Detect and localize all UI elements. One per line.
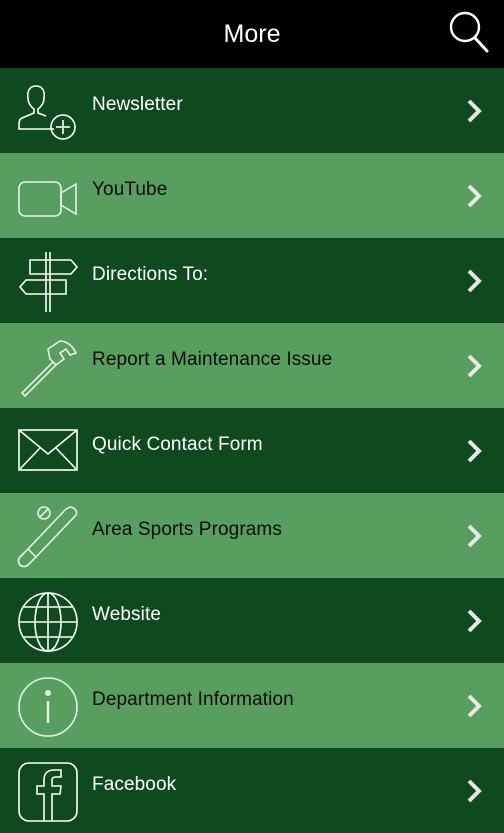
menu-item-youtube[interactable]: YouTube	[0, 153, 504, 238]
chevron-right-icon	[466, 693, 482, 719]
menu-item-directions[interactable]: Directions To:	[0, 238, 504, 323]
menu-item-label: Website	[92, 604, 161, 625]
envelope-icon	[16, 420, 80, 484]
menu-item-department-info[interactable]: Department Information	[0, 663, 504, 748]
menu-item-label: Area Sports Programs	[92, 519, 282, 540]
hammer-icon	[16, 335, 80, 399]
add-user-icon	[16, 80, 80, 144]
menu-item-label: Department Information	[92, 689, 294, 710]
header-bar: More	[0, 0, 504, 68]
menu-item-website[interactable]: Website	[0, 578, 504, 663]
search-icon[interactable]	[448, 10, 490, 54]
info-icon	[16, 675, 80, 739]
menu-item-sports-programs[interactable]: Area Sports Programs	[0, 493, 504, 578]
video-camera-icon	[16, 165, 80, 229]
chevron-right-icon	[466, 98, 482, 124]
chevron-right-icon	[466, 353, 482, 379]
baseball-bat-icon	[16, 505, 80, 569]
chevron-right-icon	[466, 268, 482, 294]
menu-item-facebook[interactable]: Facebook	[0, 748, 504, 833]
menu-item-newsletter[interactable]: Newsletter	[0, 68, 504, 153]
page-title: More	[223, 19, 281, 48]
globe-icon	[16, 590, 80, 654]
menu-item-maintenance[interactable]: Report a Maintenance Issue	[0, 323, 504, 408]
menu-item-label: Directions To:	[92, 264, 209, 285]
facebook-icon	[16, 760, 80, 824]
menu-item-label: Quick Contact Form	[92, 434, 263, 455]
chevron-right-icon	[466, 778, 482, 804]
chevron-right-icon	[466, 523, 482, 549]
menu-item-label: Facebook	[92, 774, 177, 795]
menu-item-contact-form[interactable]: Quick Contact Form	[0, 408, 504, 493]
menu-list: Newsletter YouTube Directions To: Report…	[0, 68, 504, 833]
chevron-right-icon	[466, 438, 482, 464]
menu-item-label: Report a Maintenance Issue	[92, 349, 333, 370]
chevron-right-icon	[466, 608, 482, 634]
menu-item-label: Newsletter	[92, 94, 183, 115]
menu-item-label: YouTube	[92, 179, 168, 200]
signpost-icon	[16, 250, 80, 314]
chevron-right-icon	[466, 183, 482, 209]
